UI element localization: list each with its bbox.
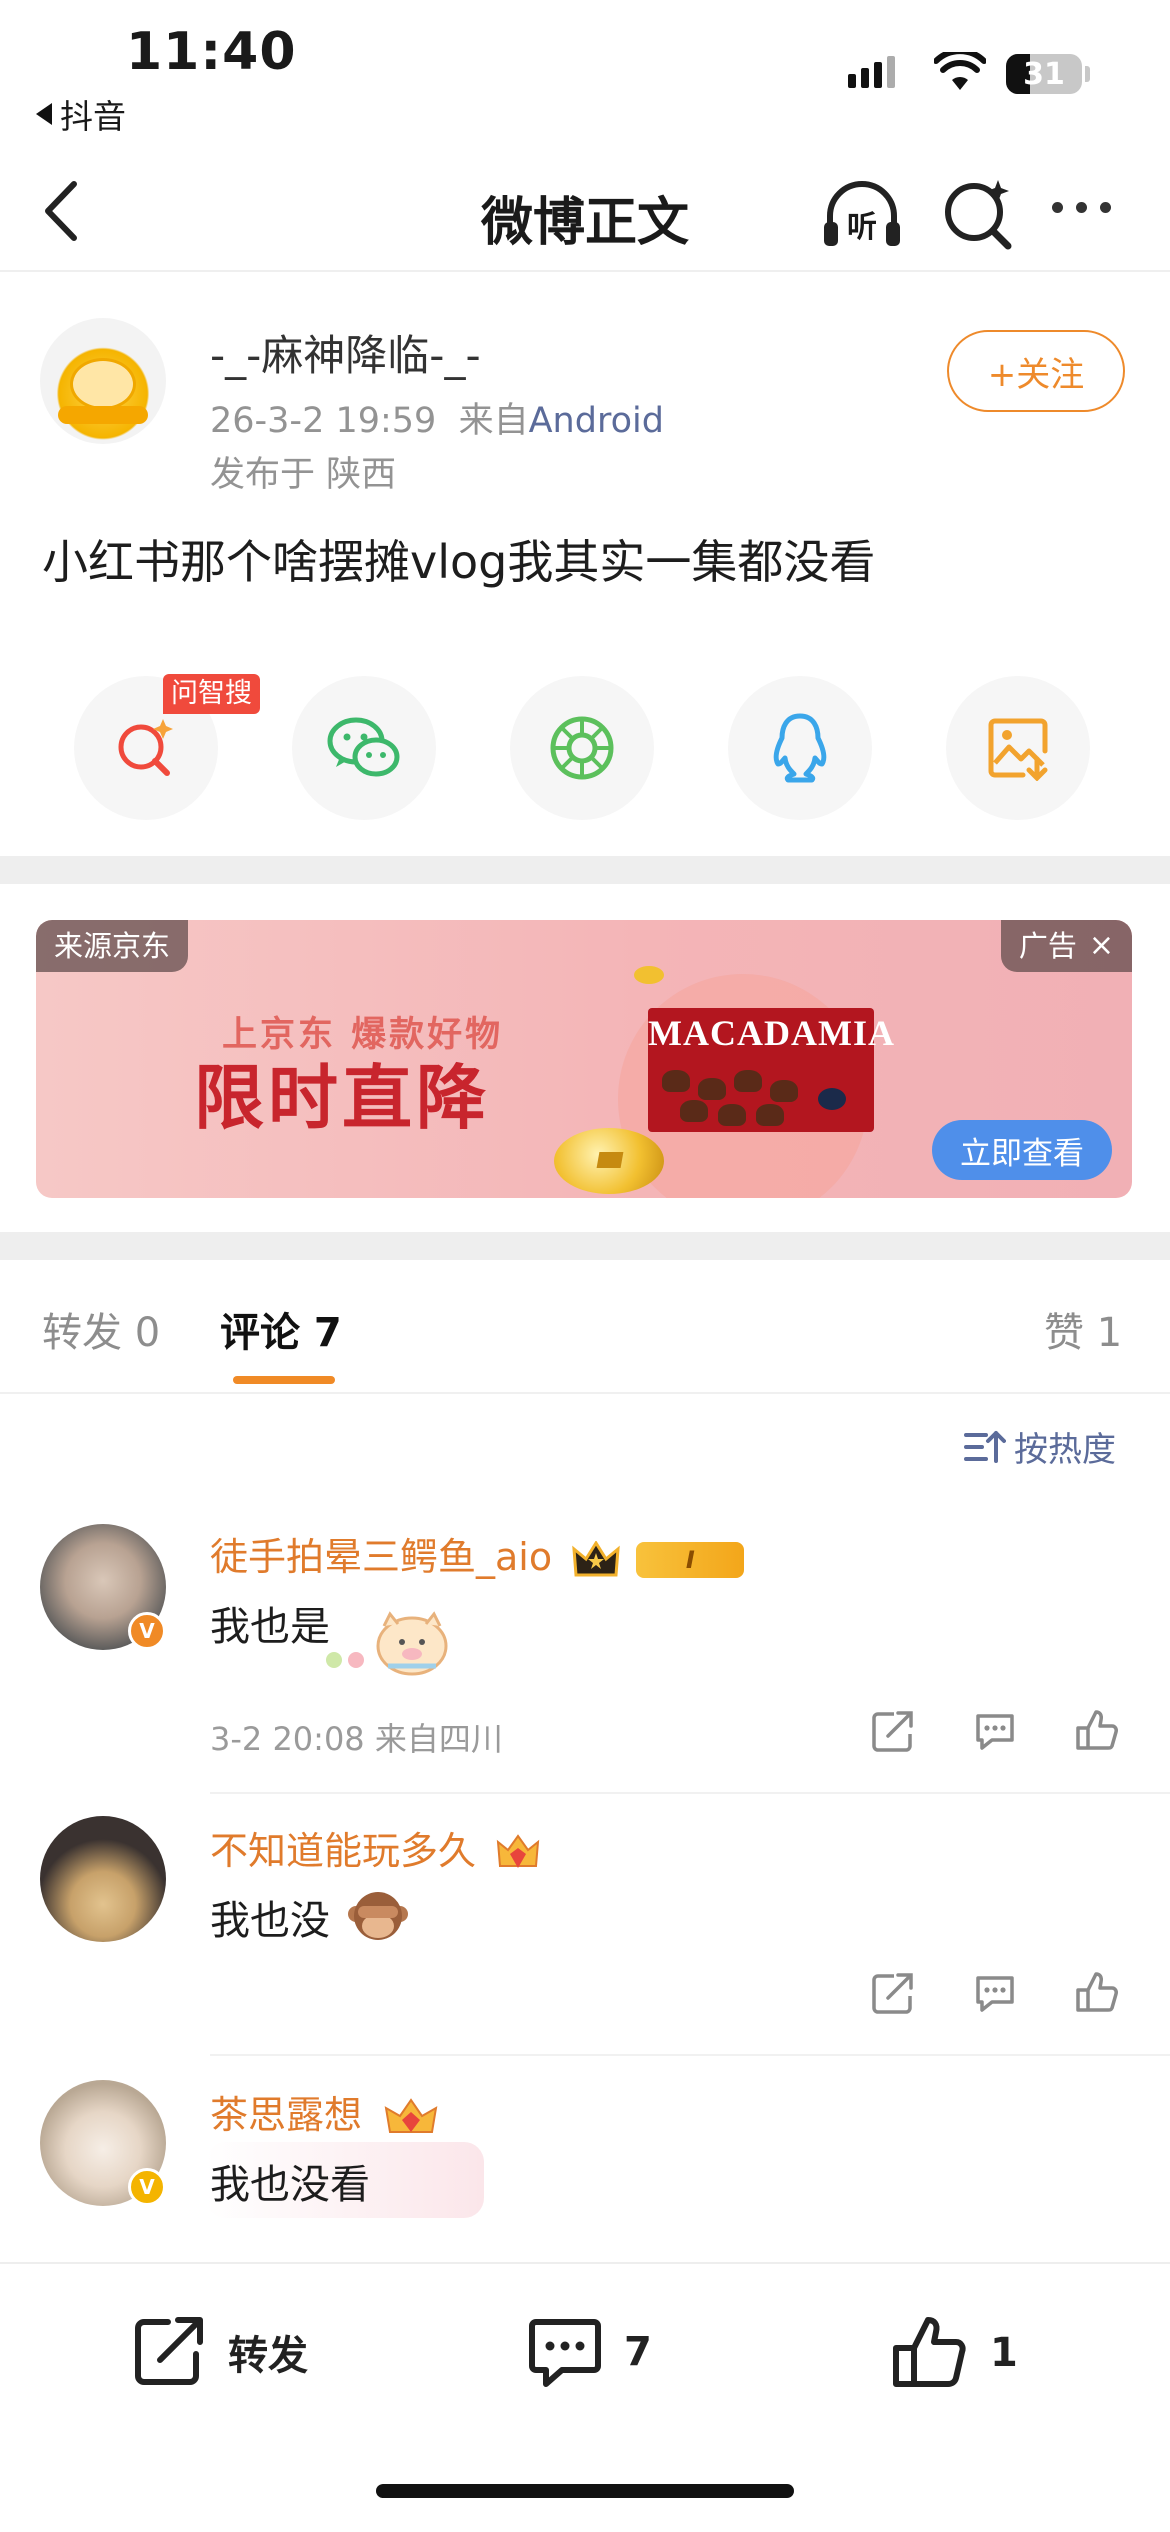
tab-indicator [233, 1376, 335, 1384]
crown-icon [572, 1540, 620, 1576]
sort-icon [964, 1430, 1006, 1463]
pig-sticker-icon [326, 1611, 448, 1676]
like-icon[interactable] [1074, 1708, 1120, 1754]
comment-avatar[interactable] [40, 1816, 166, 1942]
post-time: 26-3-2 19:59 [210, 401, 437, 441]
comment-text: 我也是 [210, 1594, 330, 1652]
post-author-name[interactable]: -_-麻神降临-_- [210, 322, 481, 383]
back-triangle-icon [36, 103, 52, 125]
ad-source-tag: 来源京东 [36, 920, 189, 972]
battery-icon: 31 [1006, 54, 1082, 94]
close-icon: × [1088, 928, 1114, 963]
back-app-label: 抖音 [60, 97, 126, 136]
back-to-app-button[interactable]: 抖音 [36, 90, 126, 138]
comment-divider [210, 2054, 1170, 2056]
sort-button[interactable]: 按热度 [964, 1422, 1116, 1471]
comment-meta: 3-2 20:08 来自四川 [210, 1720, 503, 1758]
qq-icon [773, 713, 827, 783]
ad-view-now-button[interactable]: 立即查看 [932, 1120, 1112, 1180]
comment-username[interactable]: 徒手拍晕三鳄鱼_aio I [210, 1526, 745, 1581]
tab-reposts[interactable]: 转发 0 [42, 1300, 160, 1358]
comment-text-content: 我也没看 [210, 2162, 370, 2208]
comment-text: 我也没 [210, 1888, 330, 1946]
verified-badge: V [128, 2168, 166, 2206]
comment-username-text: 不知道能玩多久 [210, 1829, 477, 1873]
like-icon[interactable] [1074, 1970, 1120, 2016]
nav-bar: 微博正文 听 [0, 150, 1170, 272]
follow-button[interactable]: +关注 [947, 330, 1125, 412]
post-location: 发布于 陕西 [210, 455, 397, 495]
post-meta: 26-3-2 19:59 来自Android [210, 392, 664, 443]
comment-username-text: 茶思露想 [210, 2093, 363, 2137]
section-divider [0, 856, 1170, 884]
post-body-text: 小红书那个啥摆摊vlog我其实一集都没看 [42, 535, 876, 589]
comment-count: 7 [624, 2329, 652, 2375]
crown-icon [384, 2097, 438, 2133]
ad-banner[interactable]: 来源京东 广告 × 上京东 爆款好物 限时直降 MACADAMIA 立即查看 [36, 920, 1132, 1198]
like-button[interactable]: 1 [890, 2314, 1018, 2392]
tab-likes[interactable]: 赞 1 [1044, 1300, 1122, 1358]
share-wechat-button[interactable] [292, 676, 436, 820]
tab-comments[interactable]: 评论 7 [220, 1300, 342, 1358]
ad-label: 广告 [1018, 929, 1077, 963]
sort-label: 按热度 [1014, 1430, 1116, 1470]
comment-text-content: 我也是 [210, 1604, 330, 1650]
ad-headline: 限时直降 [194, 1057, 490, 1139]
ad-close-button[interactable]: 广告 × [1000, 920, 1132, 972]
status-bar: 11:40 抖音 31 [0, 0, 1170, 150]
comment-actions [870, 1708, 1120, 1754]
home-indicator[interactable] [376, 2484, 794, 2498]
comment-button[interactable]: 7 [526, 2314, 652, 2390]
verified-badge: V [128, 1612, 166, 1650]
crown-icon [496, 1833, 540, 1868]
battery-percent: 31 [1023, 56, 1065, 92]
ai-search-icon[interactable] [940, 174, 1020, 254]
moments-icon [550, 716, 614, 780]
listen-button[interactable]: 听 [820, 172, 904, 256]
repost-icon [135, 2317, 203, 2385]
comment-username-text: 徒手拍晕三鳄鱼_aio [210, 1535, 553, 1579]
product-name: MACADAMIA [648, 1013, 895, 1053]
share-icon[interactable] [870, 1708, 916, 1754]
share-icon[interactable] [870, 1970, 916, 2016]
wifi-icon [934, 52, 986, 90]
comment-divider [210, 1792, 1170, 1794]
ai-search-badge: 问智搜 [163, 674, 260, 714]
like-count: 1 [990, 2330, 1018, 2376]
share-save-image-button[interactable] [946, 676, 1090, 820]
repost-button[interactable]: 转发 [130, 2314, 308, 2390]
comment-actions [870, 1970, 1120, 2016]
coin-decoration [554, 1128, 664, 1194]
wechat-icon [327, 717, 400, 777]
post-from-prefix: 来自 [458, 401, 529, 441]
member-level-badge: I [636, 1541, 745, 1578]
comment-username[interactable]: 茶思露想 [210, 2084, 440, 2139]
coin-decoration [634, 966, 664, 984]
more-icon[interactable] [1052, 202, 1111, 213]
cellular-signal-icon [848, 56, 895, 88]
comment-username[interactable]: 不知道能玩多久 [210, 1820, 540, 1875]
save-image-icon [988, 718, 1048, 781]
share-qq-button[interactable] [728, 676, 872, 820]
ai-search-icon [118, 719, 173, 776]
reply-icon[interactable] [972, 1970, 1018, 2016]
like-icon [893, 2317, 966, 2387]
section-divider [0, 1232, 1170, 1260]
clock: 11:40 [126, 22, 297, 82]
share-moments-button[interactable] [510, 676, 654, 820]
listen-label: 听 [847, 210, 877, 245]
comment-text: 我也没看 [210, 2152, 370, 2210]
see-no-evil-monkey-icon [348, 1892, 408, 1940]
reply-icon[interactable] [972, 1708, 1018, 1754]
comment-text-content: 我也没 [210, 1898, 330, 1944]
post-author-avatar[interactable] [40, 318, 166, 444]
product-box-image: MACADAMIA [648, 1008, 895, 1132]
post-source[interactable]: Android [529, 401, 664, 441]
comment-icon [529, 2319, 601, 2387]
repost-label: 转发 [228, 2333, 308, 2379]
